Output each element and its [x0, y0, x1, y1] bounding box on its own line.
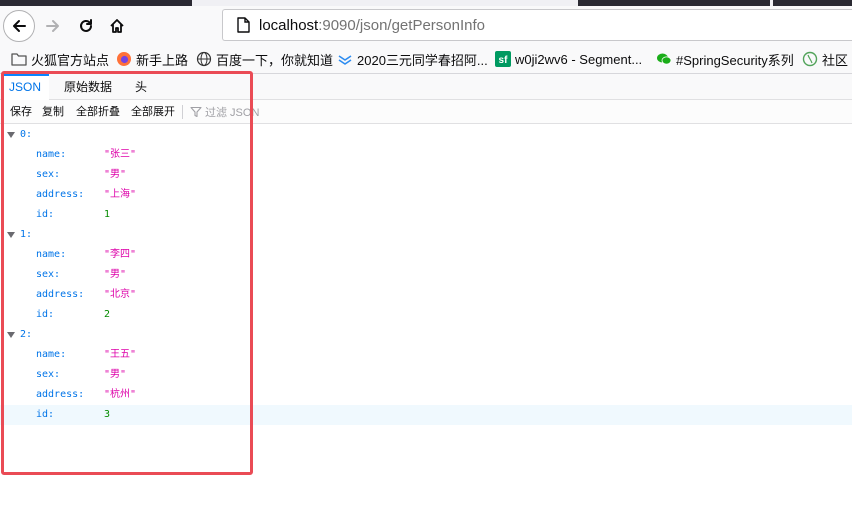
property-value: "北京" [104, 289, 137, 300]
property-value: "上海" [104, 189, 137, 200]
bookmark-item[interactable]: #SpringSecurity系列 [656, 48, 794, 70]
property-value: 2 [104, 309, 111, 320]
bookmark-item[interactable]: 社区 5 [802, 48, 852, 70]
bookmark-chevron-icon [337, 51, 353, 67]
tree-row-property[interactable]: sex: "男" [0, 365, 852, 385]
property-key: address: [36, 289, 85, 300]
property-key: sex: [36, 269, 61, 280]
json-viewer: JSON 原始数据 头 保存 复制 全部折叠 全部展开 过滤 JSON 0: na… [0, 74, 852, 515]
expand-toggle-icon[interactable] [7, 132, 15, 138]
forward-arrow-icon [46, 20, 59, 32]
toolbar-divider [182, 105, 183, 119]
url-host: localhost [259, 16, 319, 34]
reload-button[interactable] [70, 10, 102, 42]
reload-icon [80, 19, 92, 32]
tree-row-property[interactable]: name: "李四" [0, 245, 852, 265]
url-path: :9090/json/getPersonInfo [318, 16, 485, 34]
bookmark-label: 社区 5 [822, 52, 852, 68]
bookmark-item[interactable]: 2020三元同学春招阿... [337, 48, 488, 70]
collapse-all-button[interactable]: 全部折叠 [76, 100, 120, 124]
tree-row-property[interactable]: address: "上海" [0, 185, 852, 205]
bookmark-label: 火狐官方站点 [31, 52, 110, 68]
bookmark-label: w0ji2wv6 - Segment... [515, 51, 643, 67]
tree-row-property[interactable]: sex: "男" [0, 165, 852, 185]
bookmark-item[interactable]: 百度一下，你就知道 [196, 48, 333, 70]
segmentfault-icon: sf [495, 51, 511, 67]
property-value: "男" [104, 269, 127, 280]
bookmark-label: 百度一下，你就知道 [216, 52, 334, 68]
save-button[interactable]: 保存 [10, 100, 32, 124]
wechat-icon [656, 51, 672, 67]
tree-row-property[interactable]: address: "北京" [0, 285, 852, 305]
firefox-icon [116, 51, 132, 67]
home-button[interactable] [101, 10, 133, 42]
svg-text:sf: sf [499, 55, 509, 66]
property-key: address: [36, 189, 85, 200]
expand-all-button[interactable]: 全部展开 [131, 100, 175, 124]
url-text: localhost:9090/json/getPersonInfo [259, 17, 485, 34]
property-key: address: [36, 389, 85, 400]
tree-row-property[interactable]: id: 2 [0, 305, 852, 325]
globe-icon [196, 51, 212, 67]
tab-raw-data[interactable]: 原始数据 [56, 74, 120, 100]
forward-button[interactable] [37, 10, 69, 42]
tree-row-object[interactable]: 1: [0, 225, 852, 245]
tree-index-key: 1: [20, 229, 33, 240]
filter-placeholder: 过滤 JSON [205, 107, 260, 119]
property-key: id: [36, 209, 55, 220]
community-icon [802, 51, 818, 67]
property-key: id: [36, 309, 55, 320]
folder-icon [11, 51, 27, 67]
tree-row-object[interactable]: 2: [0, 325, 852, 345]
property-value: "李四" [104, 249, 137, 260]
property-key: name: [36, 349, 67, 360]
tree-row-object[interactable]: 0: [0, 125, 852, 145]
property-value: "杭州" [104, 389, 137, 400]
filter-icon [190, 106, 202, 118]
property-value: "男" [104, 369, 127, 380]
back-button[interactable] [3, 10, 35, 42]
tree-row-property[interactable]: name: "张三" [0, 145, 852, 165]
viewer-tabs: JSON 原始数据 头 [0, 74, 852, 100]
property-key: id: [36, 409, 55, 420]
back-arrow-icon [13, 20, 26, 32]
tree-row-property[interactable]: name: "王五" [0, 345, 852, 365]
tree-row-property[interactable]: id: 3 [0, 405, 852, 425]
viewer-toolbar: 保存 复制 全部折叠 全部展开 过滤 JSON [0, 100, 852, 124]
property-key: sex: [36, 369, 61, 380]
tab-headers[interactable]: 头 [128, 74, 154, 100]
bookmark-label: 2020三元同学春招阿... [357, 52, 488, 68]
expand-toggle-icon[interactable] [7, 232, 15, 238]
tree-row-property[interactable]: id: 1 [0, 205, 852, 225]
bookmark-item[interactable]: 火狐官方站点 [11, 48, 109, 70]
page-info-icon[interactable] [231, 17, 255, 33]
home-icon [110, 19, 124, 33]
property-value: "男" [104, 169, 127, 180]
property-value: 3 [104, 409, 111, 420]
copy-button[interactable]: 复制 [42, 100, 64, 124]
tab-json[interactable]: JSON [1, 74, 49, 100]
filter-json-input[interactable]: 过滤 JSON [190, 100, 259, 124]
bookmark-label: 新手上路 [136, 52, 189, 68]
bookmark-item[interactable]: 新手上路 [116, 48, 188, 70]
expand-toggle-icon[interactable] [7, 332, 15, 338]
bookmarks-bar: 火狐官方站点 新手上路 百度一下，你就知道 2020三元同学春招阿... sf … [0, 44, 852, 74]
property-value: "张三" [104, 149, 137, 160]
tree-row-property[interactable]: address: "杭州" [0, 385, 852, 405]
property-value: 1 [104, 209, 111, 220]
property-key: name: [36, 249, 67, 260]
tree-row-property[interactable]: sex: "男" [0, 265, 852, 285]
tree-index-key: 0: [20, 129, 33, 140]
tree-index-key: 2: [20, 329, 33, 340]
bookmark-label: #SpringSecurity系列 [676, 52, 794, 68]
bookmark-item[interactable]: sf w0ji2wv6 - Segment... [495, 48, 642, 70]
property-value: "王五" [104, 349, 137, 360]
nav-bar: localhost:9090/json/getPersonInfo [0, 6, 852, 44]
property-key: name: [36, 149, 67, 160]
property-key: sex: [36, 169, 61, 180]
url-bar[interactable]: localhost:9090/json/getPersonInfo [222, 9, 852, 41]
